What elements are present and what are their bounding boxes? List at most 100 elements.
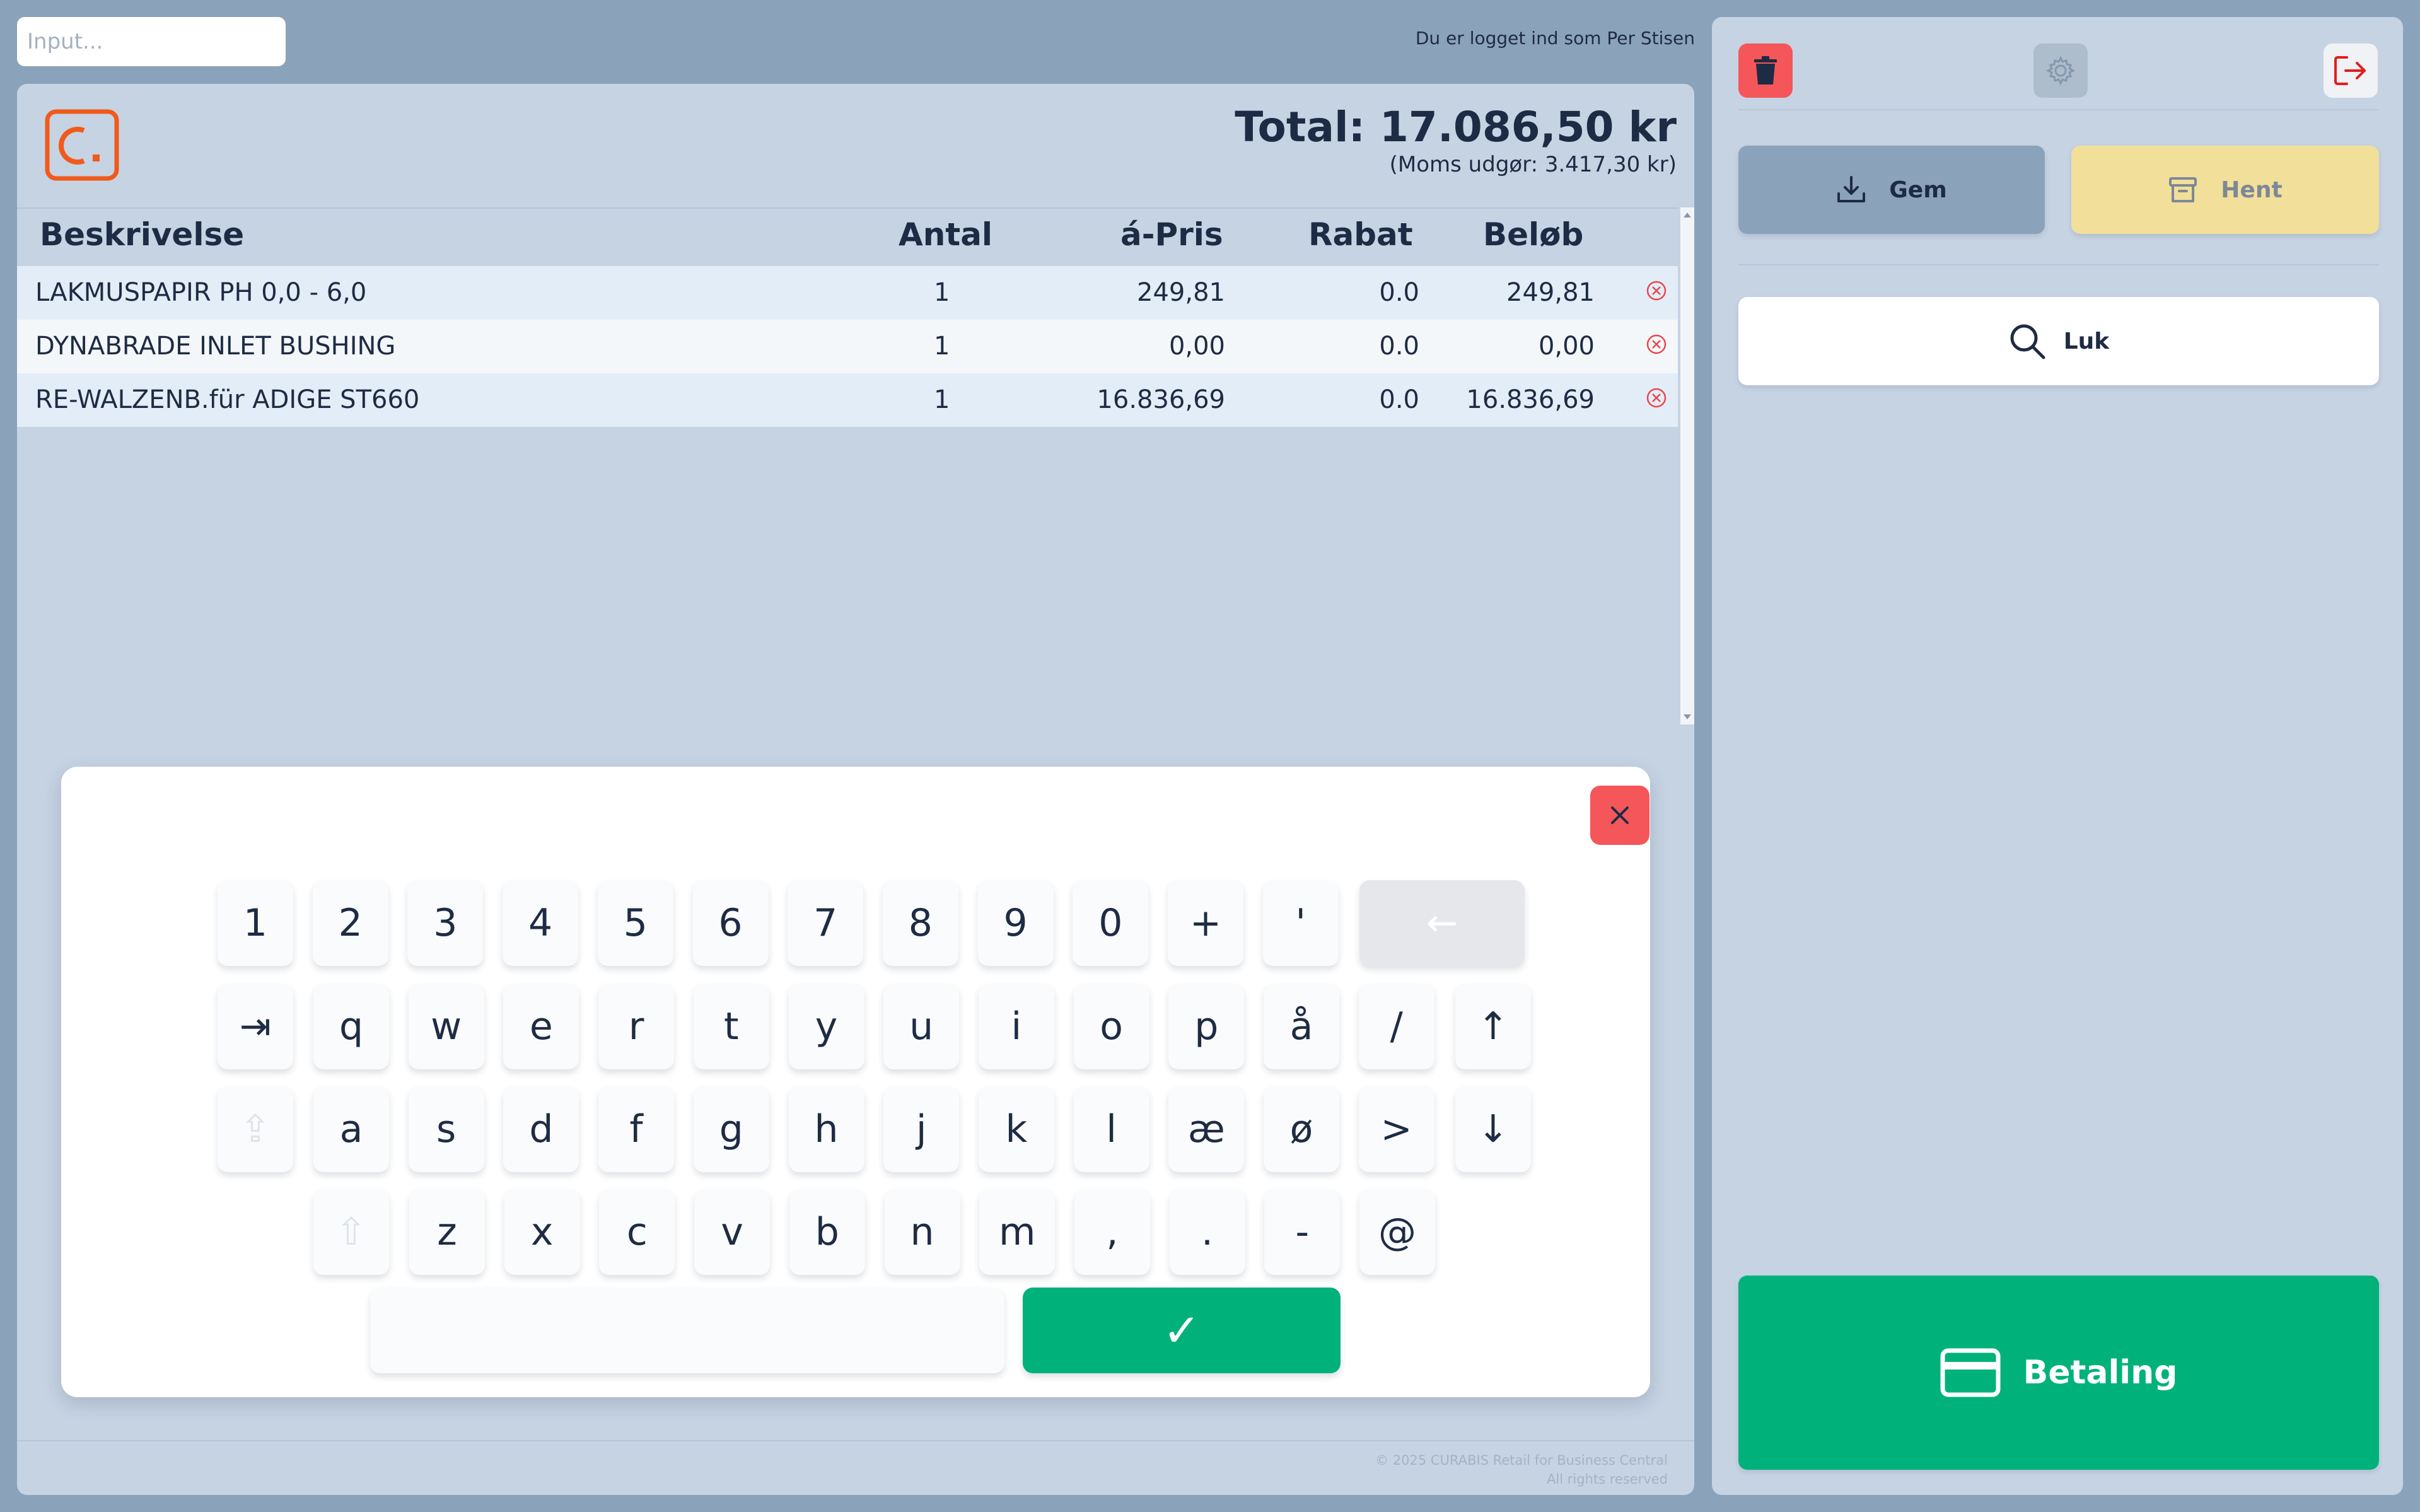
keyboard-key[interactable]: o: [1073, 984, 1149, 1069]
keyboard-key[interactable]: q: [313, 984, 389, 1069]
scroll-down-arrow-icon[interactable]: [1682, 712, 1692, 722]
row-quantity: 1: [934, 278, 950, 307]
key-shift[interactable]: ⇧: [313, 1189, 389, 1275]
column-header-discount: Rabat: [1308, 216, 1413, 253]
key-confirm-button[interactable]: ✓: [1023, 1288, 1341, 1373]
key-space[interactable]: [370, 1288, 1004, 1373]
payment-button[interactable]: Betaling: [1738, 1276, 2379, 1470]
keyboard-key[interactable]: .: [1169, 1189, 1245, 1275]
keyboard-key[interactable]: l: [1073, 1086, 1149, 1172]
keyboard-key[interactable]: 4: [503, 880, 579, 966]
table-row[interactable]: LAKMUSPAPIR PH 0,0 - 6,0 1 249,81 0.0 24…: [17, 266, 1678, 320]
panel-divider: [1738, 109, 2379, 110]
keyboard-key[interactable]: 6: [692, 880, 769, 966]
keyboard-key[interactable]: ø: [1264, 1086, 1339, 1172]
keyboard-key[interactable]: k: [978, 1086, 1054, 1172]
keyboard-key[interactable]: æ: [1168, 1086, 1245, 1172]
remove-line-icon[interactable]: [1644, 386, 1668, 410]
credit-card-icon: [1940, 1348, 2001, 1397]
row-description: RE-WALZENB.für ADIGE ST660: [35, 385, 420, 414]
key-tab[interactable]: ⇥: [218, 984, 293, 1069]
search-input[interactable]: [17, 17, 286, 66]
vat-amount: (Moms udgør: 3.417,30 kr): [1389, 152, 1677, 177]
scroll-up-arrow-icon[interactable]: [1682, 210, 1692, 220]
keyboard-key[interactable]: p: [1168, 984, 1245, 1069]
retrieve-order-label: Hent: [2221, 177, 2283, 203]
keyboard-key[interactable]: j: [883, 1086, 960, 1172]
row-description: DYNABRADE INLET BUSHING: [35, 332, 396, 361]
column-header-unit-price: á-Pris: [1120, 216, 1223, 253]
row-discount: 0.0: [1379, 385, 1419, 414]
keyboard-key[interactable]: 2: [312, 880, 388, 966]
retrieve-order-button[interactable]: Hent: [2071, 146, 2379, 234]
keyboard-key[interactable]: 3: [407, 880, 484, 966]
keyboard-key[interactable]: i: [978, 984, 1054, 1069]
table-row[interactable]: DYNABRADE INLET BUSHING 1 0,00 0.0 0,00: [17, 320, 1678, 373]
settings-button[interactable]: [2033, 44, 2088, 98]
save-order-label: Gem: [1889, 177, 1947, 203]
archive-icon: [2169, 177, 2197, 202]
keyboard-key[interactable]: u: [883, 984, 960, 1069]
search-icon: [2010, 324, 2045, 359]
table-scrollbar[interactable]: [1680, 207, 1694, 724]
footer-divider: [17, 1440, 1694, 1441]
row-unit-price: 249,81: [1137, 278, 1225, 307]
key-arrow-up[interactable]: ↑: [1455, 984, 1531, 1069]
keyboard-key[interactable]: g: [693, 1086, 769, 1172]
keyboard-key[interactable]: z: [409, 1189, 485, 1275]
keyboard-key[interactable]: 9: [977, 880, 1054, 966]
keyboard-key[interactable]: a: [313, 1086, 389, 1172]
keyboard-key[interactable]: 5: [597, 880, 673, 966]
on-screen-keyboard: ← ⇥ ↑ ⇪ ↓ ⇧ ✓ 1 2 3 4 5 6 7 8 9 0 + ' q w e r t y u i o p å / a s…: [61, 767, 1650, 1397]
keyboard-key[interactable]: å: [1264, 984, 1339, 1069]
close-search-button[interactable]: Luk: [1738, 297, 2379, 385]
keyboard-key[interactable]: ': [1262, 880, 1339, 966]
keyboard-key[interactable]: e: [503, 984, 579, 1069]
keyboard-key[interactable]: 8: [882, 880, 958, 966]
keyboard-key[interactable]: v: [694, 1189, 771, 1275]
keyboard-key[interactable]: x: [504, 1189, 580, 1275]
keyboard-key[interactable]: s: [408, 1086, 484, 1172]
remove-line-icon[interactable]: [1644, 279, 1668, 303]
key-backspace[interactable]: ←: [1359, 880, 1525, 966]
keyboard-key[interactable]: d: [503, 1086, 579, 1172]
panel-divider: [1738, 264, 2379, 265]
close-search-label: Luk: [2063, 328, 2110, 354]
keyboard-key[interactable]: y: [788, 984, 864, 1069]
main-panel: Total: 17.086,50 kr (Moms udgør: 3.417,3…: [17, 84, 1694, 1495]
row-discount: 0.0: [1379, 332, 1419, 361]
keyboard-key[interactable]: 1: [218, 880, 293, 966]
keyboard-key[interactable]: c: [599, 1189, 675, 1275]
remove-line-icon[interactable]: [1644, 332, 1668, 356]
delete-order-button[interactable]: [1738, 44, 1793, 98]
table-divider: [17, 207, 1678, 209]
keyboard-key[interactable]: h: [788, 1086, 864, 1172]
copyright-line-2: All rights reserved: [1547, 1472, 1668, 1487]
keyboard-close-button[interactable]: [1590, 786, 1649, 845]
keyboard-key[interactable]: b: [789, 1189, 865, 1275]
keyboard-key[interactable]: ,: [1074, 1189, 1150, 1275]
key-arrow-down[interactable]: ↓: [1455, 1086, 1531, 1172]
table-row[interactable]: RE-WALZENB.für ADIGE ST660 1 16.836,69 0…: [17, 373, 1678, 427]
keyboard-key[interactable]: 7: [788, 880, 864, 966]
key-caps-lock[interactable]: ⇪: [218, 1086, 293, 1172]
save-order-button[interactable]: Gem: [1738, 146, 2045, 234]
keyboard-key[interactable]: t: [693, 984, 769, 1069]
row-description: LAKMUSPAPIR PH 0,0 - 6,0: [35, 278, 367, 307]
keyboard-key[interactable]: n: [884, 1189, 960, 1275]
keyboard-key[interactable]: @: [1359, 1189, 1435, 1275]
logout-button[interactable]: [2324, 44, 2378, 98]
row-unit-price: 0,00: [1168, 332, 1225, 361]
keyboard-key[interactable]: w: [408, 984, 484, 1069]
keyboard-key[interactable]: +: [1168, 880, 1243, 966]
column-header-quantity: Antal: [899, 216, 993, 253]
keyboard-key[interactable]: 0: [1073, 880, 1149, 966]
keyboard-key[interactable]: >: [1358, 1086, 1434, 1172]
keyboard-key[interactable]: /: [1358, 984, 1434, 1069]
keyboard-key[interactable]: f: [598, 1086, 675, 1172]
row-amount: 249,81: [1506, 278, 1595, 307]
keyboard-key[interactable]: m: [979, 1189, 1056, 1275]
row-quantity: 1: [934, 332, 950, 361]
keyboard-key[interactable]: -: [1264, 1189, 1341, 1275]
keyboard-key[interactable]: r: [598, 984, 675, 1069]
